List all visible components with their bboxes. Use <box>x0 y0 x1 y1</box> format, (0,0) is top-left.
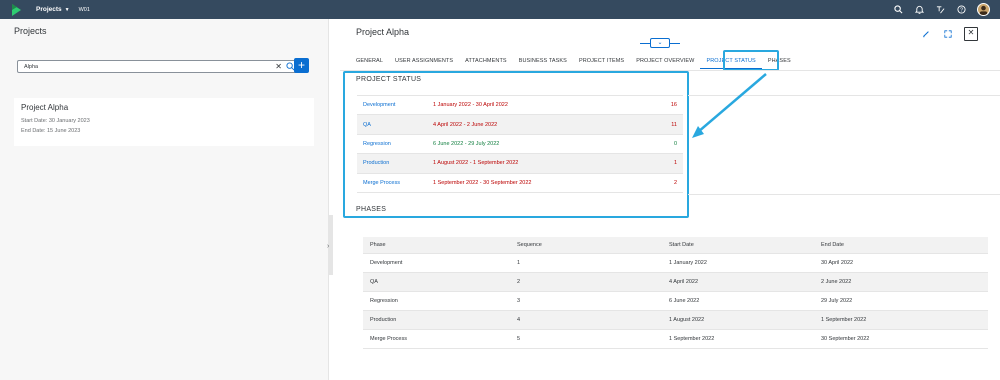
list-item[interactable]: Project Alpha Start Date: 30 January 202… <box>14 98 314 146</box>
table-row[interactable]: Regression 6 June 2022 - 29 July 2022 0 <box>357 135 683 155</box>
pane-splitter[interactable] <box>329 215 333 275</box>
column-header-phase[interactable]: Phase <box>363 242 517 248</box>
cell-sequence: 2 <box>517 279 521 285</box>
notifications-icon[interactable] <box>914 4 925 15</box>
tab-user-assignments[interactable]: USER ASSIGNMENTS <box>389 53 459 69</box>
cell-end-date: 2 June 2022 <box>821 279 852 285</box>
search-input[interactable] <box>18 61 258 72</box>
table-row[interactable]: QA 4 April 2022 - 2 June 2022 11 <box>357 115 683 135</box>
status-phase-link[interactable]: Production <box>357 160 433 166</box>
search-icon[interactable] <box>893 4 904 15</box>
search-field[interactable]: ✕ <box>17 60 300 73</box>
status-count: 11 <box>671 121 677 128</box>
help-icon[interactable]: ? <box>956 4 967 15</box>
column-header-end-date[interactable]: End Date <box>821 242 971 248</box>
master-pane: Projects ✕ + Project Alpha Start Date: 3… <box>0 19 329 380</box>
cell-sequence: 5 <box>517 336 521 342</box>
user-avatar[interactable] <box>977 3 990 16</box>
status-count: 1 <box>673 160 677 167</box>
shell-bar: Projects ▼ W01 ? <box>0 0 1000 19</box>
chevron-down-icon: ▼ <box>64 6 70 13</box>
cell-start-date: 6 June 2022 <box>669 298 700 304</box>
project-status-title: PROJECT STATUS <box>356 76 422 83</box>
collapse-header-icon[interactable]: ⌄ <box>650 38 670 48</box>
status-phase-link[interactable]: Merge Process <box>357 180 433 186</box>
close-icon[interactable]: ✕ <box>964 27 978 41</box>
cell-end-date: 30 April 2022 <box>821 260 854 266</box>
table-row[interactable]: Merge Process 5 1 September 2022 30 Sept… <box>363 330 988 349</box>
app-logo-icon[interactable] <box>10 3 22 16</box>
tab-highlight-frame <box>723 50 779 71</box>
tab-project-items[interactable]: PROJECT ITEMS <box>573 53 630 69</box>
tab-project-overview[interactable]: PROJECT OVERVIEW <box>630 53 700 69</box>
table-row[interactable]: Development 1 January 2022 - 30 April 20… <box>357 96 683 116</box>
cell-end-date: 29 July 2022 <box>821 298 853 304</box>
status-date-range: 1 August 2022 - 1 September 2022 <box>433 160 519 167</box>
table-row[interactable]: Production 1 August 2022 - 1 September 2… <box>357 154 683 174</box>
add-project-button[interactable]: + <box>294 58 309 73</box>
cell-phase: QA <box>370 279 378 285</box>
cell-sequence: 3 <box>517 298 521 304</box>
svg-text:?: ? <box>960 7 963 13</box>
cell-start-date: 1 September 2022 <box>669 336 715 342</box>
system-label: W01 <box>78 6 90 13</box>
cell-phase: Production <box>370 317 397 323</box>
phases-title: PHASES <box>356 206 387 213</box>
table-row[interactable]: QA 2 4 April 2022 2 June 2022 <box>363 273 988 292</box>
edit-icon[interactable] <box>920 28 932 40</box>
cell-sequence: 1 <box>517 260 521 266</box>
column-header-start-date[interactable]: Start Date <box>669 242 821 248</box>
tab-general[interactable]: GENERAL <box>356 53 389 69</box>
tab-business-tasks[interactable]: BUSINESS TASKS <box>513 53 573 69</box>
column-header-sequence[interactable]: Sequence <box>517 242 669 248</box>
table-row[interactable]: Production 4 1 August 2022 1 September 2… <box>363 311 988 330</box>
app-title-label: Projects <box>36 6 62 13</box>
user-switch-icon[interactable] <box>935 4 946 15</box>
status-phase-link[interactable]: Development <box>357 102 433 108</box>
master-title: Projects <box>14 26 47 36</box>
table-header: Phase Sequence Start Date End Date <box>363 237 988 254</box>
cell-phase: Regression <box>370 298 398 304</box>
status-date-range: 1 September 2022 - 30 September 2022 <box>433 179 532 186</box>
tab-attachments[interactable]: ATTACHMENTS <box>459 53 513 69</box>
table-row[interactable]: Merge Process 1 September 2022 - 30 Sept… <box>357 174 683 193</box>
page-title: Project Alpha <box>356 27 410 37</box>
detail-pane: Project Alpha ✕ ⌄ GENERAL USER ASSIGNMEN… <box>340 19 1000 380</box>
cell-end-date: 1 September 2022 <box>821 317 867 323</box>
cell-phase: Merge Process <box>370 336 407 342</box>
section-divider <box>688 194 1000 195</box>
status-date-range: 6 June 2022 - 29 July 2022 <box>433 140 500 147</box>
list-item-start-date: Start Date: 30 January 2023 <box>21 118 90 124</box>
status-date-range: 1 January 2022 - 30 April 2022 <box>433 102 508 109</box>
status-count: 2 <box>673 179 677 186</box>
cell-end-date: 30 September 2022 <box>821 336 870 342</box>
project-status-table: Development 1 January 2022 - 30 April 20… <box>357 95 683 193</box>
cell-start-date: 1 August 2022 <box>669 317 705 323</box>
status-phase-link[interactable]: Regression <box>357 141 433 147</box>
app-title-menu[interactable]: Projects ▼ <box>36 6 70 13</box>
table-row[interactable]: Development 1 1 January 2022 30 April 20… <box>363 254 988 273</box>
fullscreen-icon[interactable] <box>942 28 954 40</box>
chevron-right-icon[interactable]: › <box>327 243 329 250</box>
list-item-end-date: End Date: 15 June 2023 <box>21 128 81 134</box>
status-phase-link[interactable]: QA <box>357 122 433 128</box>
status-count: 16 <box>670 102 677 109</box>
clear-icon[interactable]: ✕ <box>275 62 282 72</box>
cell-start-date: 4 April 2022 <box>669 279 699 285</box>
phases-table: Phase Sequence Start Date End Date Devel… <box>363 237 988 349</box>
cell-start-date: 1 January 2022 <box>669 260 707 266</box>
table-row[interactable]: Regression 3 6 June 2022 29 July 2022 <box>363 292 988 311</box>
cell-sequence: 4 <box>517 317 521 323</box>
status-count: 0 <box>673 140 677 147</box>
section-divider <box>688 95 1000 96</box>
list-item-title: Project Alpha <box>21 103 69 112</box>
status-date-range: 4 April 2022 - 2 June 2022 <box>433 121 498 128</box>
cell-phase: Development <box>370 260 403 266</box>
